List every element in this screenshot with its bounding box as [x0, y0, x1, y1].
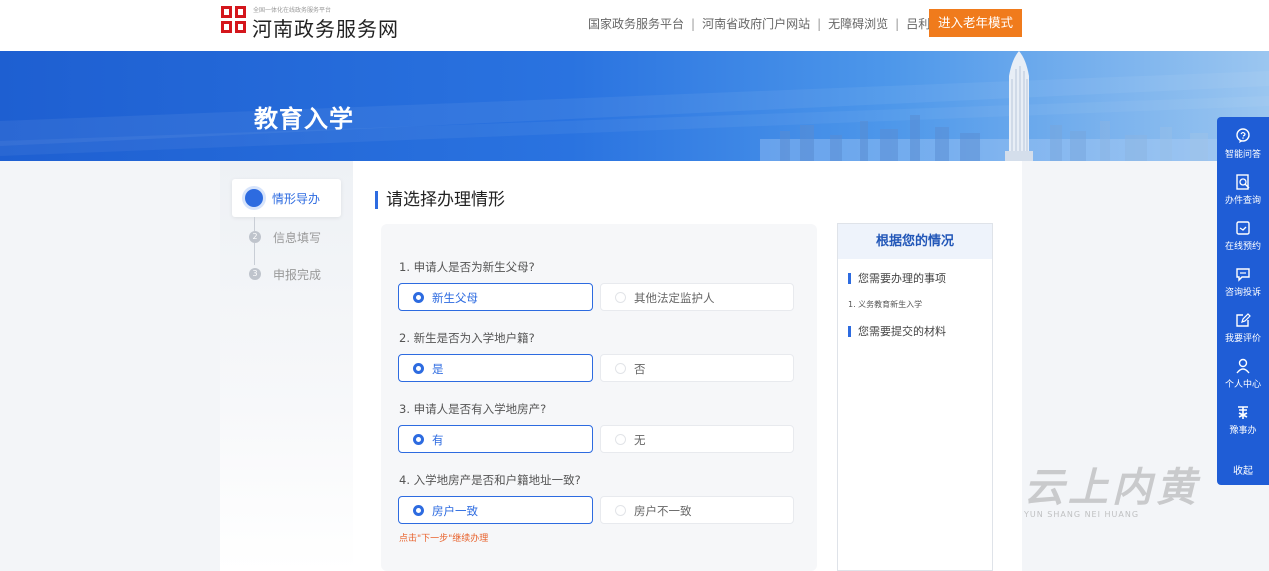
question-label: 3. 申请人是否有入学地房产?: [399, 402, 547, 416]
summary-title: 根据您的情况: [838, 224, 992, 259]
watermark-subtext: YUN SHANG NEI HUANG: [1024, 510, 1140, 519]
chat-icon: [1234, 265, 1252, 283]
radio-checked-icon: [413, 505, 424, 516]
option-address-match-selected[interactable]: 房户一致: [398, 496, 593, 524]
yu-app-icon: [1234, 403, 1252, 421]
main-content-card: 情形导办 2 信息填写 3 申报完成 请选择办理情形 1. 申请人是否为新生父母…: [220, 161, 1022, 571]
option-label: 有: [432, 433, 444, 447]
sidebar-label: 我要评价: [1224, 334, 1261, 344]
city-skyline-illustration: [0, 51, 1269, 161]
next-step-hint: 点击"下一步"继续办理: [399, 534, 489, 544]
situation-summary-panel: 根据您的情况 您需要办理的事项 1. 义务教育新生入学 您需要提交的材料: [837, 223, 993, 571]
nav-link-accessibility[interactable]: 无障碍浏览: [828, 15, 888, 32]
matter-item[interactable]: 1. 义务教育新生入学: [848, 299, 922, 310]
step-connector: [254, 243, 255, 265]
option-yes-selected[interactable]: 是: [398, 354, 593, 382]
radio-unchecked-icon: [615, 505, 626, 516]
user-icon: [1234, 357, 1252, 375]
logo-title[interactable]: 河南政务服务网: [252, 13, 399, 42]
radio-checked-icon: [413, 363, 424, 374]
materials-heading: 您需要提交的材料: [848, 326, 946, 337]
option-label: 无: [634, 433, 646, 447]
nav-divider: |: [691, 16, 696, 31]
option-has-property-selected[interactable]: 有: [398, 425, 593, 453]
sidebar-item-case-query[interactable]: 办件查询: [1217, 163, 1269, 209]
step-item-complete[interactable]: 3 申报完成: [220, 265, 350, 285]
search-doc-icon: [1234, 173, 1252, 191]
sidebar-label: 智能问答: [1224, 150, 1261, 160]
radio-unchecked-icon: [615, 363, 626, 374]
option-label: 新生父母: [432, 291, 478, 305]
step-number: 3: [249, 268, 261, 280]
section-title: 请选择办理情形: [375, 191, 505, 209]
watermark-logo: 云上内黄 YUN SHANG NEI HUANG: [1024, 468, 1200, 519]
nav-link-national-platform[interactable]: 国家政务服务平台: [588, 15, 684, 32]
option-no[interactable]: 否: [600, 354, 794, 382]
sidebar-label: 豫事办: [1229, 426, 1257, 436]
henan-logo-icon: [221, 6, 246, 33]
step-label: 信息填写: [273, 231, 322, 245]
nav-link-provincial-portal[interactable]: 河南省政府门户网站: [702, 15, 810, 32]
step-active-icon: [245, 189, 263, 207]
step-item-info[interactable]: 2 信息填写: [220, 228, 350, 248]
senior-mode-button[interactable]: 进入老年模式: [929, 9, 1022, 37]
sidebar-label: 咨询投诉: [1224, 288, 1261, 298]
option-label: 是: [432, 362, 444, 376]
step-item-guide[interactable]: 情形导办: [232, 179, 341, 217]
nav-divider: |: [895, 16, 900, 31]
step-navigation: 情形导办 2 信息填写 3 申报完成: [220, 161, 353, 571]
calendar-icon: [1234, 219, 1252, 237]
step-label: 申报完成: [273, 268, 322, 282]
watermark-text: 云上内黄: [1024, 465, 1200, 511]
nav-divider: |: [817, 16, 822, 31]
radio-checked-icon: [413, 434, 424, 445]
option-label: 其他法定监护人: [634, 291, 715, 305]
sidebar-label: 个人中心: [1224, 380, 1261, 390]
sidebar-item-yu-app[interactable]: 豫事办: [1217, 393, 1269, 439]
question-panel: 1. 申请人是否为新生父母? 新生父母 其他法定监护人 2. 新生是否为入学地户…: [381, 224, 817, 571]
sidebar-item-appointment[interactable]: 在线预约: [1217, 209, 1269, 255]
option-no-property[interactable]: 无: [600, 425, 794, 453]
top-nav: 国家政务服务平台 | 河南省政府门户网站 | 无障碍浏览 | 吕利丹: [588, 15, 942, 32]
top-header: 全国一体化在线政务服务平台 河南政务服务网 国家政务服务平台 | 河南省政府门户…: [0, 0, 1269, 51]
sidebar-item-personal-center[interactable]: 个人中心: [1217, 347, 1269, 393]
option-address-mismatch[interactable]: 房户不一致: [600, 496, 794, 524]
option-label: 否: [634, 362, 646, 376]
items-heading: 您需要办理的事项: [848, 273, 946, 284]
question-label: 4. 入学地房产是否和户籍地址一致?: [399, 473, 581, 487]
sidebar-label: 在线预约: [1224, 242, 1261, 252]
option-label: 房户一致: [432, 504, 478, 518]
option-parent-selected[interactable]: 新生父母: [398, 283, 593, 311]
question-bubble-icon: [1234, 127, 1252, 145]
sidebar-item-evaluate[interactable]: 我要评价: [1217, 301, 1269, 347]
banner-title: 教育入学: [254, 105, 354, 133]
floating-service-bar: 智能问答 办件查询 在线预约 咨询投诉 我要评价 个人中心 豫事办 收起: [1217, 117, 1269, 485]
option-label: 房户不一致: [634, 504, 692, 518]
radio-checked-icon: [413, 292, 424, 303]
radio-unchecked-icon: [615, 292, 626, 303]
question-label: 1. 申请人是否为新生父母?: [399, 260, 535, 274]
radio-unchecked-icon: [615, 434, 626, 445]
step-number: 2: [249, 231, 261, 243]
sidebar-collapse-button[interactable]: 收起: [1217, 462, 1269, 477]
sidebar-item-smart-qa[interactable]: 智能问答: [1217, 117, 1269, 163]
step-label: 情形导办: [272, 192, 321, 206]
page-banner: 教育入学: [0, 51, 1269, 161]
question-label: 2. 新生是否为入学地户籍?: [399, 331, 535, 345]
sidebar-label: 办件查询: [1224, 196, 1261, 206]
sidebar-item-consult[interactable]: 咨询投诉: [1217, 255, 1269, 301]
edit-icon: [1234, 311, 1252, 329]
option-guardian[interactable]: 其他法定监护人: [600, 283, 794, 311]
